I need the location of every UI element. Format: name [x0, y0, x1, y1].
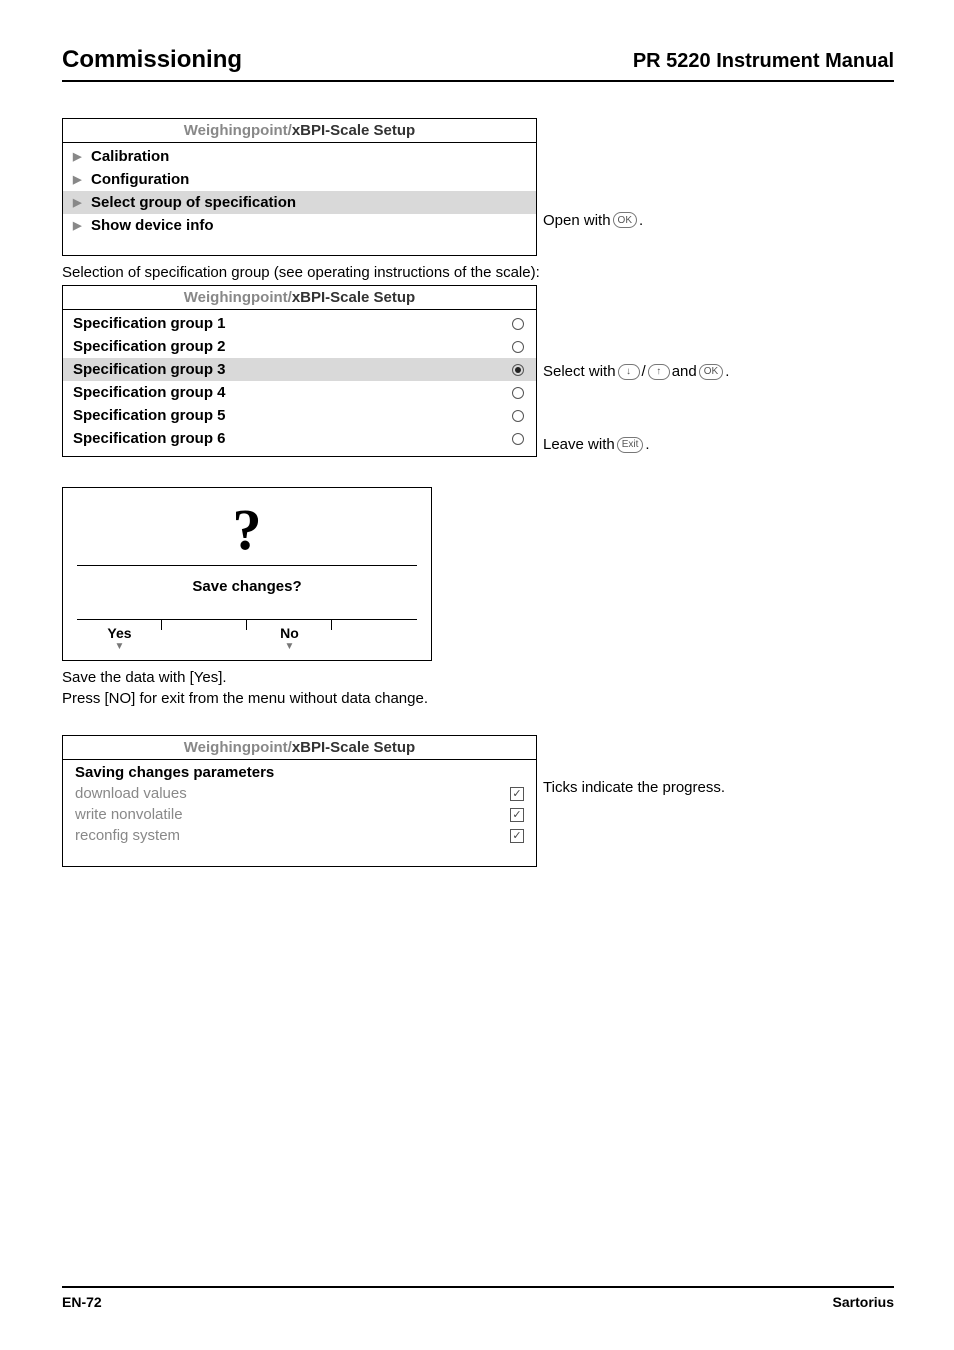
- header-left: Commissioning: [62, 46, 242, 74]
- panel-spec-groups: Weighingpoint/xBPI-Scale Setup Specifica…: [62, 285, 537, 457]
- annotation-open: Open with OK .: [543, 212, 643, 229]
- save-dialog: ? Save changes? Yes ▼ No ▼: [62, 487, 432, 661]
- checkbox-icon: ✓: [510, 829, 524, 843]
- menu-label: Show device info: [91, 217, 528, 234]
- annotation-ticks: Ticks indicate the progress.: [543, 779, 725, 796]
- heading-text: Saving changes parameters: [75, 764, 274, 781]
- panel-title: Weighingpoint/xBPI-Scale Setup: [63, 286, 536, 310]
- annot-text: Select with: [543, 363, 616, 380]
- header-right: PR 5220 Instrument Manual: [633, 50, 894, 73]
- dialog-spacer: [162, 620, 247, 654]
- radio-label: Specification group 4: [73, 384, 512, 401]
- menu-item-configuration[interactable]: ▶ Configuration: [63, 168, 536, 191]
- page-number: EN-72: [62, 1294, 102, 1310]
- exit-key-icon: Exit: [617, 437, 644, 453]
- radio-row-spec5[interactable]: Specification group 5: [63, 404, 536, 427]
- title-main: xBPI-Scale Setup: [292, 289, 415, 306]
- progress-item: download values ✓: [63, 783, 536, 804]
- radio-icon: [512, 433, 524, 445]
- paragraph: Selection of specification group (see op…: [62, 264, 894, 281]
- annot-text: and: [672, 363, 697, 380]
- checkbox-icon: ✓: [510, 808, 524, 822]
- dialog-prompt: Save changes?: [77, 566, 417, 620]
- page-header: Commissioning PR 5220 Instrument Manual: [62, 46, 894, 82]
- title-main: xBPI-Scale Setup: [292, 739, 415, 756]
- menu-label: Select group of specification: [91, 194, 528, 211]
- dialog-yes-button[interactable]: Yes ▼: [77, 620, 162, 654]
- title-prefix: Weighingpoint/: [184, 289, 292, 306]
- question-mark-icon: ?: [77, 496, 417, 566]
- radio-icon: [512, 364, 524, 376]
- triangle-right-icon: ▶: [73, 173, 85, 186]
- button-label: Yes: [77, 625, 162, 641]
- menu-label: Configuration: [91, 171, 528, 188]
- button-label: No: [247, 625, 332, 641]
- annot-text: Leave with: [543, 436, 615, 453]
- triangle-right-icon: ▶: [73, 196, 85, 209]
- title-main: xBPI-Scale Setup: [292, 122, 415, 139]
- checkbox-icon: ✓: [510, 787, 524, 801]
- progress-heading: Saving changes parameters: [63, 762, 536, 783]
- panel-progress: Weighingpoint/xBPI-Scale Setup Saving ch…: [62, 735, 537, 867]
- annot-text: Open with: [543, 212, 611, 229]
- radio-label: Specification group 3: [73, 361, 512, 378]
- radio-row-spec3[interactable]: Specification group 3: [63, 358, 536, 381]
- triangle-right-icon: ▶: [73, 219, 85, 232]
- brand-name: Sartorius: [833, 1294, 894, 1310]
- panel-title: Weighingpoint/xBPI-Scale Setup: [63, 736, 536, 760]
- radio-label: Specification group 1: [73, 315, 512, 332]
- title-prefix: Weighingpoint/: [184, 739, 292, 756]
- annot-text: .: [645, 436, 649, 453]
- radio-icon: [512, 341, 524, 353]
- radio-label: Specification group 5: [73, 407, 512, 424]
- triangle-right-icon: ▶: [73, 150, 85, 163]
- radio-label: Specification group 2: [73, 338, 512, 355]
- ok-key-icon: OK: [613, 212, 637, 228]
- menu-item-show-device-info[interactable]: ▶ Show device info: [63, 214, 536, 237]
- menu-item-calibration[interactable]: ▶ Calibration: [63, 145, 536, 168]
- paragraph: Press [NO] for exit from the menu withou…: [62, 690, 894, 707]
- triangle-down-icon: ▼: [77, 641, 162, 652]
- progress-label: write nonvolatile: [75, 806, 183, 823]
- radio-row-spec1[interactable]: Specification group 1: [63, 312, 536, 335]
- radio-icon: [512, 410, 524, 422]
- paragraph: Save the data with [Yes].: [62, 669, 894, 686]
- menu-item-select-group[interactable]: ▶ Select group of specification: [63, 191, 536, 214]
- radio-row-spec6[interactable]: Specification group 6: [63, 427, 536, 450]
- title-prefix: Weighingpoint/: [184, 122, 292, 139]
- page-footer: EN-72 Sartorius: [62, 1286, 894, 1310]
- dialog-no-button[interactable]: No ▼: [247, 620, 332, 654]
- up-key-icon: ↑: [648, 364, 670, 380]
- menu-label: Calibration: [91, 148, 528, 165]
- progress-item: reconfig system ✓: [63, 825, 536, 846]
- radio-icon: [512, 387, 524, 399]
- down-key-icon: ↓: [618, 364, 640, 380]
- panel-menu-1: Weighingpoint/xBPI-Scale Setup ▶ Calibra…: [62, 118, 537, 256]
- annot-text: .: [725, 363, 729, 380]
- progress-item: write nonvolatile ✓: [63, 804, 536, 825]
- annotation-leave: Leave with Exit .: [543, 436, 729, 453]
- progress-label: download values: [75, 785, 187, 802]
- dialog-spacer: [332, 620, 417, 654]
- panel-title: Weighingpoint/xBPI-Scale Setup: [63, 119, 536, 143]
- radio-label: Specification group 6: [73, 430, 512, 447]
- radio-row-spec2[interactable]: Specification group 2: [63, 335, 536, 358]
- radio-row-spec4[interactable]: Specification group 4: [63, 381, 536, 404]
- triangle-down-icon: ▼: [247, 641, 332, 652]
- ok-key-icon: OK: [699, 364, 723, 380]
- radio-icon: [512, 318, 524, 330]
- annotation-select: Select with ↓/↑ and OK .: [543, 363, 729, 380]
- progress-label: reconfig system: [75, 827, 180, 844]
- annot-text: .: [639, 212, 643, 229]
